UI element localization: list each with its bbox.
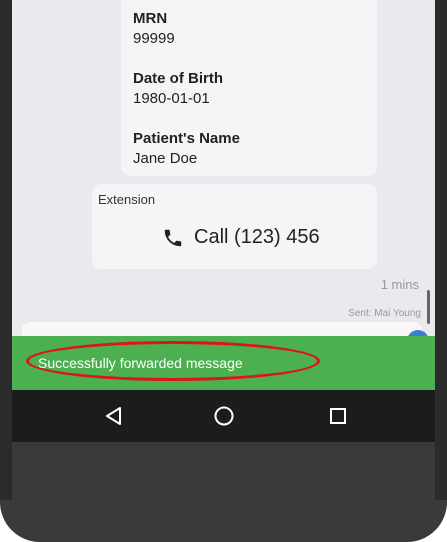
call-button[interactable]: Call (123) 456: [162, 226, 320, 249]
mrn-label: MRN: [133, 10, 168, 27]
dob-label: Date of Birth: [133, 70, 223, 87]
call-label: Call (123) 456: [194, 226, 320, 248]
extension-card: Extension Call (123) 456: [92, 184, 377, 269]
highlight-ellipse: [26, 341, 320, 381]
phone-frame: MRN 99999 Date of Birth 1980-01-01 Patie…: [0, 0, 447, 542]
home-icon: [214, 406, 234, 426]
scrollbar[interactable]: [427, 290, 430, 324]
android-nav-bar: [12, 390, 435, 442]
nav-back-button[interactable]: [84, 390, 144, 442]
patient-info-card: MRN 99999 Date of Birth 1980-01-01 Patie…: [121, 0, 377, 176]
recents-icon: [330, 408, 346, 424]
snackbar: Successfully forwarded message: [12, 336, 435, 390]
nav-home-button[interactable]: [194, 390, 254, 442]
back-icon: [106, 407, 121, 425]
message-sender: Sent: Mai Young: [348, 308, 421, 319]
phone-edge-right: [435, 0, 447, 500]
patient-name-label: Patient's Name: [133, 130, 240, 147]
message-input-bar[interactable]: [22, 322, 422, 336]
nav-recents-button[interactable]: [308, 390, 368, 442]
mrn-value: 99999: [133, 30, 175, 47]
phone-icon: [164, 229, 182, 246]
phone-edge-left: [0, 0, 12, 500]
chat-screen: MRN 99999 Date of Birth 1980-01-01 Patie…: [12, 0, 435, 336]
dob-value: 1980-01-01: [133, 90, 210, 107]
extension-label: Extension: [98, 192, 156, 207]
message-time: 1 mins: [380, 277, 419, 292]
patient-name-value: Jane Doe: [133, 150, 198, 167]
